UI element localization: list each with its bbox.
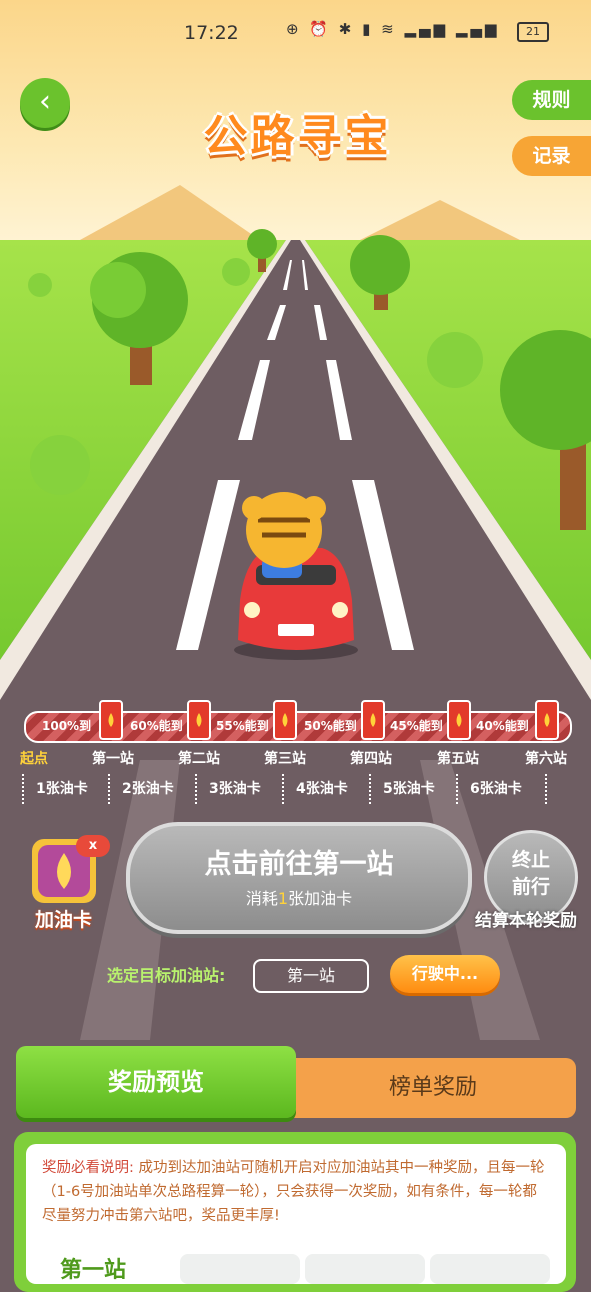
settle-caption: 结算本轮奖励: [475, 911, 577, 931]
station-label: 第二站: [178, 751, 220, 767]
first-station-heading: 第一站: [60, 1258, 127, 1283]
percent-label: 45%能到: [390, 719, 443, 733]
gas-pump-icon: [273, 700, 297, 740]
records-button[interactable]: 记录: [512, 136, 591, 176]
percent-label: 100%到: [42, 719, 92, 733]
card-cost: 6张油卡: [470, 781, 522, 797]
divider: [545, 774, 548, 804]
fuel-card[interactable]: x 加油卡: [26, 835, 110, 931]
station-label: 第三站: [264, 751, 306, 767]
station-label: 第四站: [350, 751, 392, 767]
fuel-count-badge: x: [76, 835, 110, 857]
card-cost: 4张油卡: [296, 781, 348, 797]
back-button[interactable]: ‹: [20, 78, 70, 128]
percent-label: 40%能到: [476, 719, 529, 733]
driving-status-button[interactable]: 行驶中...: [390, 955, 500, 993]
divider: [282, 774, 285, 804]
divider: [22, 774, 25, 804]
percent-label: 60%能到: [130, 719, 183, 733]
battery-icon: 21: [517, 22, 549, 42]
percent-label: 55%能到: [216, 719, 269, 733]
gas-pump-icon: [535, 700, 559, 740]
divider: [456, 774, 459, 804]
rules-button[interactable]: 规则: [512, 80, 591, 120]
progress-track: 100%到 60%能到 55%能到 50%能到 45%能到 40%能到: [24, 700, 572, 743]
status-time: 17:22: [184, 22, 239, 44]
percent-label: 50%能到: [304, 719, 357, 733]
divider: [195, 774, 198, 804]
gas-pump-icon: [187, 700, 211, 740]
status-bar: 17:22 ⊕ ⏰ ✱ ▮ ≋ ▂▄▆ ▂▄▆ 21: [0, 0, 591, 64]
reward-description: 奖励必看说明: 成功到达加油站可随机开启对应加油站其中一种奖励，且每一轮（1-6…: [42, 1160, 545, 1224]
divider: [369, 774, 372, 804]
go-to-station-button[interactable]: 点击前往第一站 消耗1张加油卡: [126, 822, 472, 934]
gas-pump-icon: [361, 700, 385, 740]
target-station-select[interactable]: 第一站: [253, 959, 369, 993]
station-label: 第六站: [525, 751, 567, 767]
card-cost: 3张油卡: [209, 781, 261, 797]
page-title: 公路寻宝: [203, 111, 392, 162]
divider: [108, 774, 111, 804]
station-label: 第五站: [437, 751, 479, 767]
gas-pump-icon: [99, 700, 123, 740]
go-button-cost: 消耗1张加油卡: [245, 889, 353, 908]
tab-ranking-reward[interactable]: 榜单奖励: [290, 1058, 576, 1118]
card-cost: 1张油卡: [36, 781, 88, 797]
fuel-card-label: 加油卡: [34, 909, 92, 931]
gas-pump-icon: [447, 700, 471, 740]
card-cost: 2张油卡: [122, 781, 174, 797]
chevron-left-icon: ‹: [39, 84, 51, 119]
status-icons: ⊕ ⏰ ✱ ▮ ≋ ▂▄▆ ▂▄▆: [286, 20, 500, 38]
station-label-start: 起点: [20, 751, 48, 767]
target-label: 选定目标加油站:: [107, 966, 226, 985]
station-label: 第一站: [92, 751, 134, 767]
go-button-title: 点击前往第一站: [204, 849, 394, 880]
tab-reward-preview[interactable]: 奖励预览: [16, 1046, 296, 1118]
card-cost: 5张油卡: [383, 781, 435, 797]
